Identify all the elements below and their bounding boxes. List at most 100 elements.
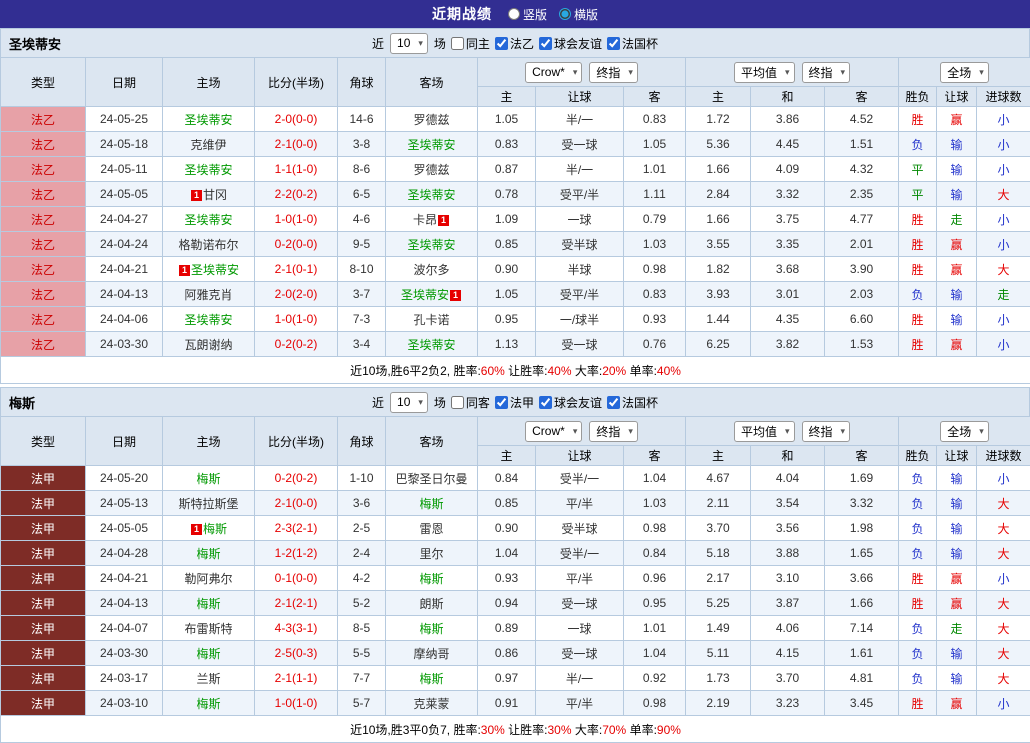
home-team-link[interactable]: 圣埃蒂安: [184, 163, 232, 177]
filter-checkbox-input[interactable]: [495, 396, 508, 409]
recent-count-select[interactable]: 10▾: [390, 392, 428, 413]
score-link[interactable]: 2-0(2-0): [275, 287, 318, 301]
home-team-link[interactable]: 梅斯: [196, 547, 220, 561]
home-team-link[interactable]: 兰斯: [196, 672, 220, 686]
home-team-link[interactable]: 梅斯: [196, 697, 220, 711]
score-link[interactable]: 0-2(0-2): [275, 471, 318, 485]
score-link[interactable]: 1-0(1-0): [275, 696, 318, 710]
filter-checkbox-input[interactable]: [539, 396, 552, 409]
away-team-link[interactable]: 雷恩: [419, 522, 443, 536]
filter-checkbox-0[interactable]: 同主: [451, 35, 490, 52]
avg-source-select[interactable]: 平均值▾: [734, 62, 795, 83]
odds-company-select[interactable]: Crow*▾: [525, 421, 582, 442]
home-team-link[interactable]: 斯特拉斯堡: [178, 497, 238, 511]
score-link[interactable]: 0-2(0-0): [275, 237, 318, 251]
score-link[interactable]: 4-3(3-1): [275, 621, 318, 635]
home-team-link[interactable]: 瓦朗谢纳: [184, 338, 232, 352]
home-team-link[interactable]: 圣埃蒂安: [191, 263, 239, 277]
score-cell: 2-1(1-1): [255, 666, 338, 691]
away-team-link[interactable]: 梅斯: [419, 672, 443, 686]
odds-time-select[interactable]: 终指▾: [589, 62, 638, 83]
home-team-link[interactable]: 阿雅克肖: [184, 288, 232, 302]
score-link[interactable]: 2-1(0-1): [275, 262, 318, 276]
horizontal-layout-radio[interactable]: [559, 8, 571, 20]
odds-company-select[interactable]: Crow*▾: [525, 62, 582, 83]
score-link[interactable]: 2-5(0-3): [275, 646, 318, 660]
recent-count-select[interactable]: 10▾: [390, 33, 428, 54]
home-team-link[interactable]: 甘冈: [203, 188, 227, 202]
result-cell: 胜: [899, 307, 937, 332]
score-link[interactable]: 2-1(0-0): [275, 496, 318, 510]
score-link[interactable]: 1-1(1-0): [275, 162, 318, 176]
home-team-link[interactable]: 梅斯: [196, 472, 220, 486]
away-team-link[interactable]: 圣埃蒂安: [407, 188, 455, 202]
home-team-link[interactable]: 梅斯: [203, 522, 227, 536]
home-team-cell: 克维伊: [163, 132, 255, 157]
layout-option-horizontal[interactable]: 横版: [559, 6, 598, 23]
filter-checkbox-input[interactable]: [451, 396, 464, 409]
filter-checkbox-input[interactable]: [495, 37, 508, 50]
away-team-link[interactable]: 里尔: [419, 547, 443, 561]
away-team-link[interactable]: 孔卡诺: [413, 313, 449, 327]
away-team-link[interactable]: 罗德兹: [413, 113, 449, 127]
score-link[interactable]: 2-1(0-0): [275, 137, 318, 151]
avg-group-header: 平均值▾ 终指▾: [686, 417, 899, 446]
score-link[interactable]: 1-2(1-2): [275, 546, 318, 560]
away-team-link[interactable]: 圣埃蒂安: [407, 138, 455, 152]
avg-time-select[interactable]: 终指▾: [802, 62, 851, 83]
filter-checkbox-input[interactable]: [607, 396, 620, 409]
avg-time-select[interactable]: 终指▾: [802, 421, 851, 442]
filter-checkbox-1[interactable]: 法乙: [495, 35, 534, 52]
score-link[interactable]: 2-1(2-1): [275, 596, 318, 610]
away-team-link[interactable]: 克莱蒙: [413, 697, 449, 711]
filter-checkbox-2[interactable]: 球会友谊: [539, 394, 602, 411]
home-team-link[interactable]: 梅斯: [196, 597, 220, 611]
vertical-layout-radio[interactable]: [508, 8, 520, 20]
score-link[interactable]: 2-0(0-0): [275, 112, 318, 126]
avg-odds-cell: 3.86: [751, 107, 825, 132]
odds-time-select[interactable]: 终指▾: [589, 421, 638, 442]
layout-option-vertical[interactable]: 竖版: [508, 6, 547, 23]
home-team-link[interactable]: 圣埃蒂安: [184, 113, 232, 127]
away-team-link[interactable]: 圣埃蒂安: [407, 238, 455, 252]
home-team-link[interactable]: 勒阿弗尔: [184, 572, 232, 586]
home-team-link[interactable]: 圣埃蒂安: [184, 213, 232, 227]
filter-checkbox-label: 同主: [466, 35, 490, 52]
score-cell: 2-0(2-0): [255, 282, 338, 307]
home-team-link[interactable]: 布雷斯特: [184, 622, 232, 636]
filter-checkbox-1[interactable]: 法甲: [495, 394, 534, 411]
filter-checkbox-input[interactable]: [607, 37, 620, 50]
away-team-link[interactable]: 梅斯: [419, 497, 443, 511]
away-team-link[interactable]: 波尔多: [413, 263, 449, 277]
score-link[interactable]: 1-0(1-0): [275, 212, 318, 226]
away-team-link[interactable]: 梅斯: [419, 622, 443, 636]
away-team-link[interactable]: 圣埃蒂安: [407, 338, 455, 352]
filter-checkbox-input[interactable]: [451, 37, 464, 50]
filter-checkbox-3[interactable]: 法国杯: [607, 35, 658, 52]
score-link[interactable]: 1-0(1-0): [275, 312, 318, 326]
score-link[interactable]: 2-3(2-1): [275, 521, 318, 535]
avg-source-select[interactable]: 平均值▾: [734, 421, 795, 442]
score-link[interactable]: 2-2(0-2): [275, 187, 318, 201]
odds-cell: 0.97: [478, 666, 536, 691]
away-team-link[interactable]: 圣埃蒂安: [401, 288, 449, 302]
score-link[interactable]: 2-1(1-1): [275, 671, 318, 685]
scope-select[interactable]: 全场▾: [940, 62, 989, 83]
away-team-link[interactable]: 摩纳哥: [413, 647, 449, 661]
home-team-link[interactable]: 圣埃蒂安: [184, 313, 232, 327]
home-team-link[interactable]: 克维伊: [190, 138, 226, 152]
scope-select[interactable]: 全场▾: [940, 421, 989, 442]
away-team-link[interactable]: 罗德兹: [413, 163, 449, 177]
away-team-link[interactable]: 卡昂: [413, 213, 437, 227]
score-link[interactable]: 0-1(0-0): [275, 571, 318, 585]
filter-checkbox-input[interactable]: [539, 37, 552, 50]
score-link[interactable]: 0-2(0-2): [275, 337, 318, 351]
home-team-link[interactable]: 格勒诺布尔: [178, 238, 238, 252]
away-team-link[interactable]: 巴黎圣日尔曼: [395, 472, 467, 486]
filter-checkbox-3[interactable]: 法国杯: [607, 394, 658, 411]
filter-checkbox-2[interactable]: 球会友谊: [539, 35, 602, 52]
away-team-link[interactable]: 梅斯: [419, 572, 443, 586]
filter-checkbox-0[interactable]: 同客: [451, 394, 490, 411]
away-team-link[interactable]: 朗斯: [419, 597, 443, 611]
home-team-link[interactable]: 梅斯: [196, 647, 220, 661]
